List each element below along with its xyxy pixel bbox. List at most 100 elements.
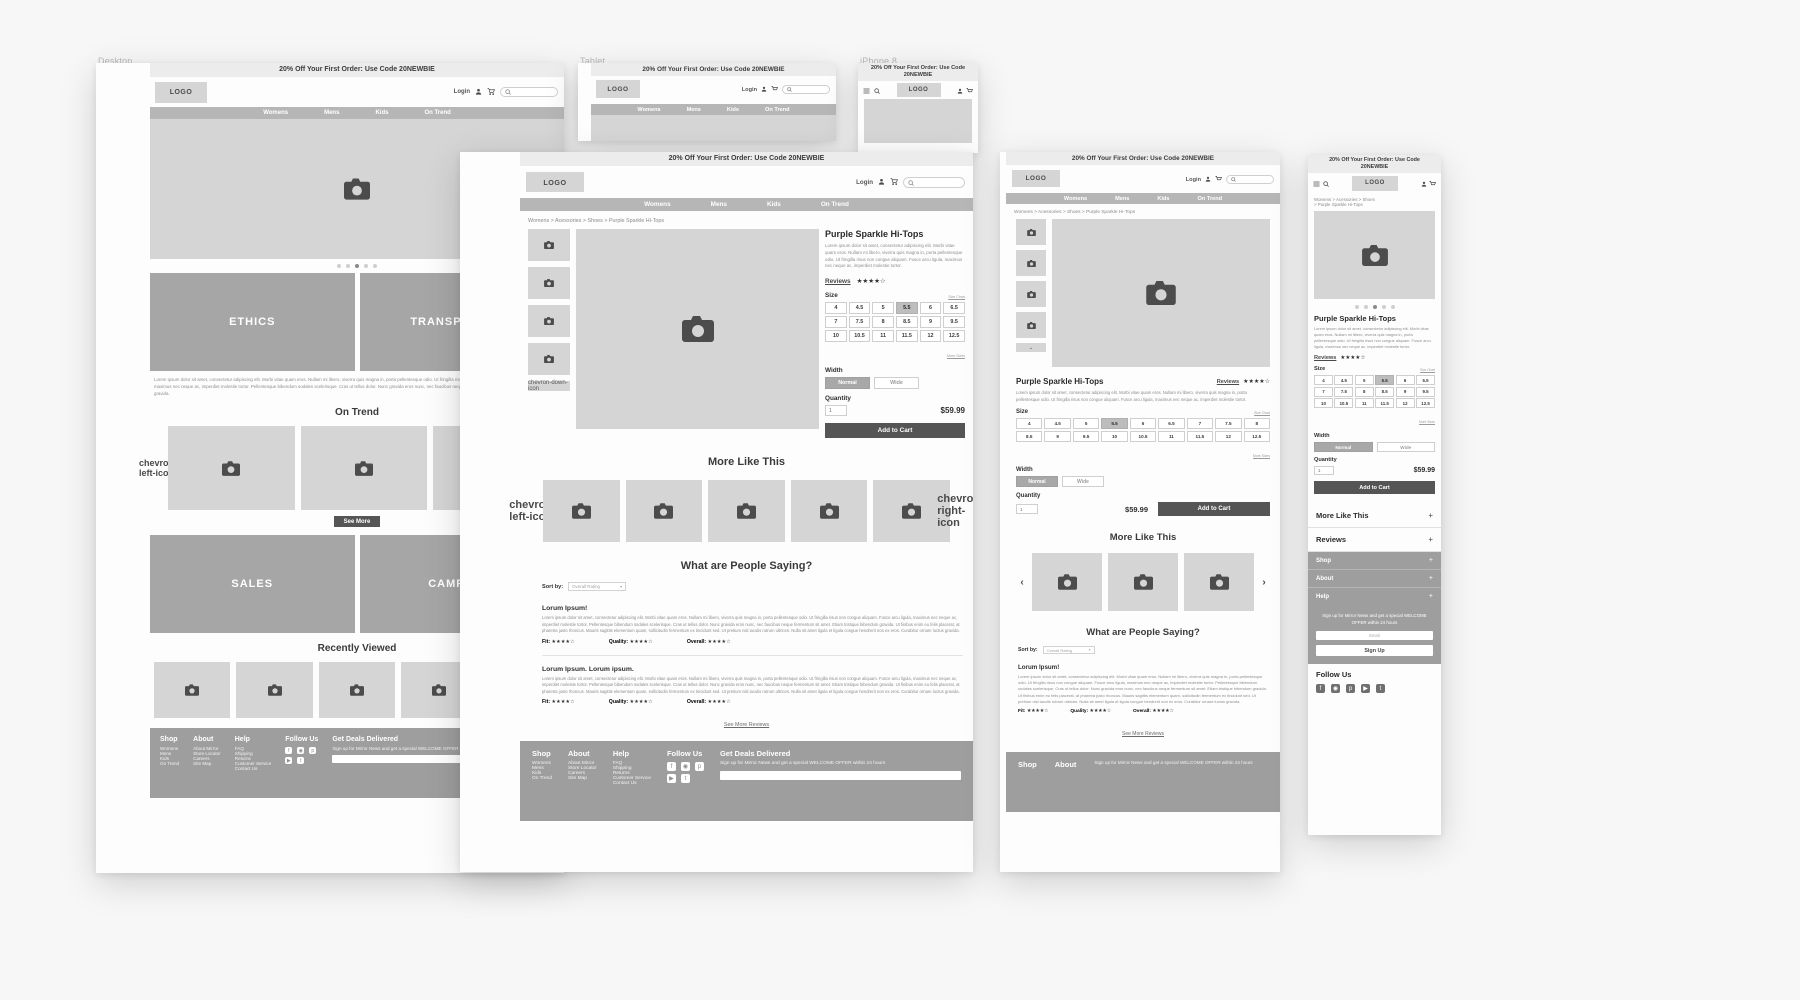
- size-option[interactable]: 12.5: [1416, 398, 1435, 409]
- size-option[interactable]: 6.5: [943, 302, 965, 315]
- more-like-prev[interactable]: chevron-left-icon: [509, 499, 555, 523]
- accordion-more-like-this[interactable]: More Like This +: [1308, 504, 1441, 529]
- thumbnail-more-button[interactable]: chevron-down-icon: [528, 380, 570, 392]
- quantity-input-tablet[interactable]: 1: [1016, 504, 1038, 514]
- size-option[interactable]: 6: [1129, 418, 1157, 429]
- footer-link[interactable]: Contact Us: [613, 781, 651, 786]
- width-option-wide[interactable]: Wide: [874, 377, 919, 390]
- size-option[interactable]: 7.5: [848, 316, 871, 329]
- size-option[interactable]: 9: [919, 316, 942, 329]
- nav-item-womens[interactable]: Womens: [637, 107, 660, 113]
- size-option[interactable]: 10.5: [1129, 431, 1157, 442]
- size-option[interactable]: 7.5: [1215, 418, 1242, 429]
- footer-link[interactable]: Site Map: [568, 776, 597, 781]
- twitter-icon[interactable]: t: [297, 757, 305, 765]
- quantity-input[interactable]: 1: [825, 405, 847, 417]
- quantity-input-iphone[interactable]: 1: [1314, 466, 1334, 476]
- login-link[interactable]: Login: [742, 87, 757, 93]
- cart-icon[interactable]: [1215, 175, 1223, 184]
- youtube-icon[interactable]: ▶: [1361, 684, 1370, 694]
- hero-band-sales[interactable]: SALES: [150, 535, 355, 634]
- user-icon[interactable]: [1421, 174, 1427, 192]
- logo-pdp-tablet[interactable]: LOGO: [1012, 170, 1060, 187]
- more-sizes-link-tablet[interactable]: More Sizes: [1253, 454, 1270, 458]
- more-like-next-tablet[interactable]: ›: [1260, 577, 1268, 588]
- size-option[interactable]: 8.5: [1016, 431, 1043, 442]
- nav-item-kids[interactable]: Kids: [727, 107, 739, 113]
- size-option[interactable]: 10: [825, 330, 847, 343]
- size-option[interactable]: 11: [1158, 431, 1185, 442]
- size-option[interactable]: 4: [1314, 375, 1333, 386]
- product-thumbnail[interactable]: [1016, 312, 1046, 338]
- login-link[interactable]: Login: [1186, 177, 1201, 183]
- size-option[interactable]: 11: [1354, 398, 1374, 409]
- footer-link[interactable]: Site Map: [193, 761, 221, 766]
- dot[interactable]: [1354, 304, 1359, 309]
- nav-item-womens[interactable]: Womens: [644, 201, 671, 208]
- nav-item-ontrend[interactable]: On Trend: [821, 201, 849, 208]
- nav-item-mens[interactable]: Mens: [324, 110, 339, 116]
- more-sizes-link-iphone[interactable]: More Sizes: [1419, 420, 1435, 424]
- nav-item-ontrend[interactable]: On Trend: [1198, 196, 1223, 202]
- size-chart-link-tablet[interactable]: Size Chart: [1254, 411, 1270, 415]
- size-option[interactable]: 11.5: [1186, 431, 1214, 442]
- carousel-prev[interactable]: chevron-left-icon: [139, 458, 177, 478]
- more-like-prev-tablet[interactable]: ‹: [1018, 577, 1026, 588]
- logo[interactable]: LOGO: [155, 82, 207, 103]
- user-icon[interactable]: [475, 88, 482, 97]
- nav-item-kids[interactable]: Kids: [375, 110, 388, 116]
- see-more-button[interactable]: See More: [334, 516, 380, 528]
- product-main-image[interactable]: [576, 229, 819, 429]
- size-option[interactable]: 12: [919, 330, 942, 343]
- product-thumbnail[interactable]: [528, 343, 570, 375]
- dot-active[interactable]: [355, 264, 359, 268]
- dot[interactable]: [373, 264, 377, 268]
- size-option[interactable]: 8.5: [1375, 386, 1395, 397]
- email-field[interactable]: [719, 771, 961, 781]
- accordion-reviews[interactable]: Reviews +: [1308, 528, 1441, 553]
- size-option-selected[interactable]: 5.5: [1375, 375, 1395, 386]
- sort-select[interactable]: Overall Rating ▾: [568, 582, 627, 592]
- twitter-icon[interactable]: t: [680, 774, 690, 784]
- product-thumbnail[interactable]: [528, 305, 570, 337]
- related-product[interactable]: [1184, 553, 1254, 611]
- user-icon[interactable]: [957, 81, 963, 99]
- user-icon[interactable]: [761, 86, 767, 94]
- hero-placeholder-iphone[interactable]: [864, 99, 972, 143]
- facebook-icon[interactable]: f: [285, 747, 293, 755]
- login-link[interactable]: Login: [454, 89, 470, 95]
- add-to-cart-button[interactable]: Add to Cart: [825, 423, 965, 439]
- instagram-icon[interactable]: ◉: [297, 747, 305, 755]
- related-product[interactable]: [1108, 553, 1178, 611]
- product-thumbnail[interactable]: [1016, 250, 1046, 276]
- breadcrumb[interactable]: Womens > Acessories > Shoes > Purple Spa…: [520, 211, 973, 229]
- add-to-cart-button-iphone[interactable]: Add to Cart: [1314, 481, 1435, 495]
- logo-pdp-iphone[interactable]: LOGO: [1352, 175, 1398, 191]
- size-option[interactable]: 4.5: [1044, 418, 1071, 429]
- plus-icon[interactable]: +: [1428, 511, 1433, 520]
- product-main-image-tablet[interactable]: [1052, 219, 1270, 367]
- size-chart-link-iphone[interactable]: Size Chart: [1420, 368, 1435, 372]
- size-option[interactable]: 10.5: [848, 330, 871, 343]
- size-option[interactable]: 10: [1101, 431, 1128, 442]
- search-input-pdp-tablet[interactable]: [1226, 175, 1274, 184]
- reviews-link[interactable]: Reviews: [825, 278, 851, 285]
- related-product[interactable]: [625, 480, 703, 543]
- size-option[interactable]: 9: [1044, 431, 1071, 442]
- reviews-link-tablet[interactable]: Reviews: [1217, 379, 1239, 385]
- accordion-help[interactable]: Help +: [1308, 588, 1441, 606]
- cart-icon[interactable]: [487, 87, 496, 97]
- size-option[interactable]: 10: [1314, 398, 1333, 409]
- twitter-icon[interactable]: t: [1376, 684, 1385, 694]
- dot[interactable]: [346, 264, 350, 268]
- email-field-mobile[interactable]: Email: [1316, 631, 1433, 641]
- product-thumbnail[interactable]: [528, 229, 570, 261]
- signup-button-mobile[interactable]: Sign Up: [1316, 645, 1433, 657]
- hamburger-icon[interactable]: [863, 81, 870, 99]
- hero-band-ethics[interactable]: ETHICS: [150, 273, 355, 371]
- size-option[interactable]: 7: [1186, 418, 1214, 429]
- hero-placeholder-tablet[interactable]: [591, 115, 836, 141]
- breadcrumb-iphone-line2[interactable]: > Purple Sparkle Hi-Tops: [1314, 202, 1435, 207]
- size-option[interactable]: 5: [1354, 375, 1374, 386]
- size-chart-link[interactable]: Size Chart: [948, 295, 965, 299]
